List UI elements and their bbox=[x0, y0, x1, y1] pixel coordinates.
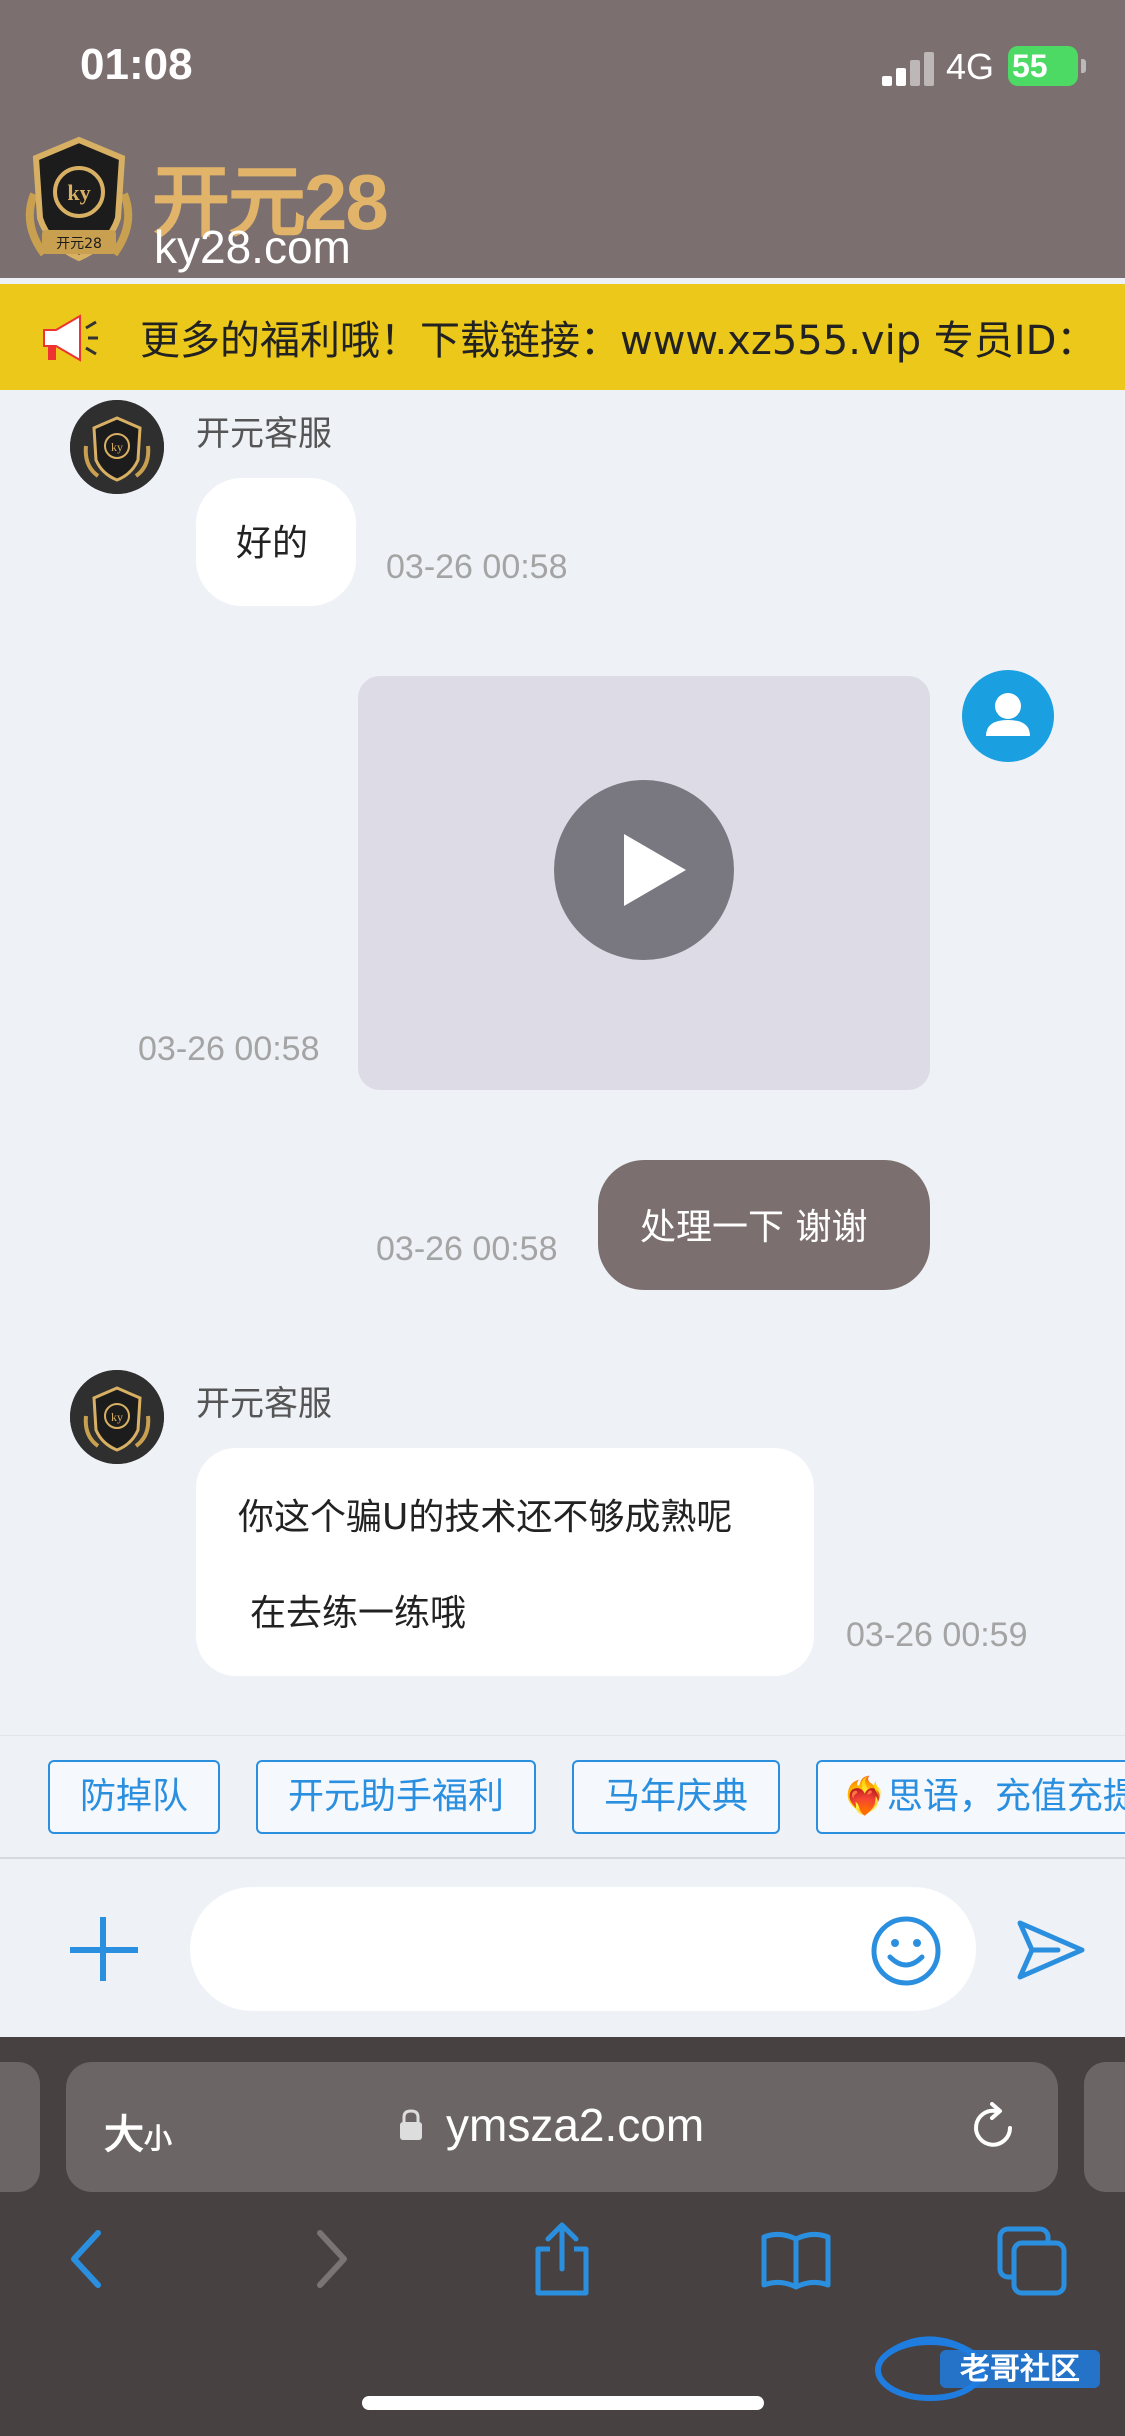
plus-icon[interactable] bbox=[66, 1911, 142, 1987]
quick-tag[interactable]: 防掉队 bbox=[48, 1760, 220, 1834]
message-line: 在去练一练哦 bbox=[250, 1593, 467, 1634]
quick-tag[interactable]: ❤️‍🔥思语，充值充提 bbox=[816, 1760, 1125, 1834]
message-time: 03-26 00:59 bbox=[846, 1616, 1028, 1654]
bookmarks-icon[interactable] bbox=[758, 2229, 834, 2293]
svg-text:开元28: 开元28 bbox=[56, 236, 102, 252]
message-bubble: 处理一下 谢谢 bbox=[598, 1160, 930, 1290]
play-icon[interactable] bbox=[554, 780, 734, 960]
reload-icon[interactable] bbox=[966, 2100, 1020, 2154]
user-icon bbox=[986, 693, 1030, 736]
emoji-icon[interactable] bbox=[868, 1913, 944, 1989]
url-text[interactable]: ymsza2.com bbox=[446, 2098, 704, 2152]
ky-logo-icon: ky bbox=[70, 1370, 164, 1464]
prev-tab[interactable] bbox=[0, 2062, 40, 2192]
svg-text:老哥社区: 老哥社区 bbox=[960, 2352, 1080, 2387]
message-time: 03-26 00:58 bbox=[386, 548, 568, 586]
message-composer bbox=[0, 1857, 1125, 2037]
quick-tag[interactable]: 马年庆典 bbox=[572, 1760, 780, 1834]
quick-reply-bar: 防掉队 开元助手福利 马年庆典 ❤️‍🔥思语，充值充提 bbox=[0, 1735, 1125, 1857]
back-icon[interactable] bbox=[64, 2227, 108, 2291]
app-header: 01:08 4G 55 ky 开元28 开元28 ky28.com bbox=[0, 0, 1125, 278]
network-type: 4G bbox=[946, 46, 995, 87]
svg-text:ky: ky bbox=[111, 1410, 123, 1424]
text-size-button[interactable]: 大小 bbox=[104, 2102, 172, 2160]
logo-badge-icon: ky 开元28 bbox=[25, 136, 133, 262]
message-line: 你这个骗U的技术还不够成熟呢 bbox=[238, 1497, 733, 1538]
video-message[interactable] bbox=[358, 676, 930, 1090]
lock-icon bbox=[400, 2109, 422, 2140]
next-tab[interactable] bbox=[1084, 2062, 1125, 2192]
megaphone-icon bbox=[43, 314, 98, 362]
forward-icon[interactable] bbox=[310, 2227, 354, 2291]
status-time: 01:08 bbox=[80, 40, 193, 89]
user-avatar bbox=[962, 670, 1054, 762]
ky-logo-icon: ky bbox=[70, 400, 164, 494]
message-bubble: 你这个骗U的技术还不够成熟呢 在去练一练哦 bbox=[196, 1448, 814, 1676]
browser-toolbar: 大小 ymsza2.com 老哥社区 bbox=[0, 2037, 1125, 2436]
home-indicator[interactable] bbox=[362, 2396, 764, 2410]
battery-level: 55 bbox=[1008, 46, 1086, 86]
message-time: 03-26 00:58 bbox=[376, 1230, 558, 1268]
message-input[interactable] bbox=[190, 1887, 976, 2011]
signal-icon bbox=[882, 52, 934, 86]
svg-text:ky: ky bbox=[111, 440, 123, 454]
sender-name: 开元客服 bbox=[196, 414, 332, 454]
chat-messages[interactable]: ky 开元客服 好的 03-26 00:58 03-26 00:58 处理一下 … bbox=[0, 390, 1125, 1735]
watermark-logo-icon: 老哥社区 bbox=[875, 2336, 1100, 2401]
agent-avatar: ky bbox=[70, 400, 164, 494]
brand-domain: ky28.com bbox=[154, 221, 351, 273]
sender-name: 开元客服 bbox=[196, 1384, 332, 1424]
announcement-text: 更多的福利哦！下载链接：www.xz555.vip 专员ID： bbox=[140, 318, 1097, 364]
share-icon[interactable] bbox=[530, 2219, 594, 2299]
address-bar[interactable]: 大小 ymsza2.com bbox=[66, 2062, 1058, 2192]
announcement-bar: 更多的福利哦！下载链接：www.xz555.vip 专员ID： bbox=[0, 284, 1125, 390]
message-time: 03-26 00:58 bbox=[138, 1030, 320, 1068]
message-bubble: 好的 bbox=[196, 478, 356, 606]
send-icon[interactable] bbox=[1014, 1915, 1088, 1985]
svg-text:ky: ky bbox=[67, 180, 90, 205]
quick-tag[interactable]: 开元助手福利 bbox=[256, 1760, 536, 1834]
agent-avatar: ky bbox=[70, 1370, 164, 1464]
tabs-icon[interactable] bbox=[996, 2225, 1068, 2297]
